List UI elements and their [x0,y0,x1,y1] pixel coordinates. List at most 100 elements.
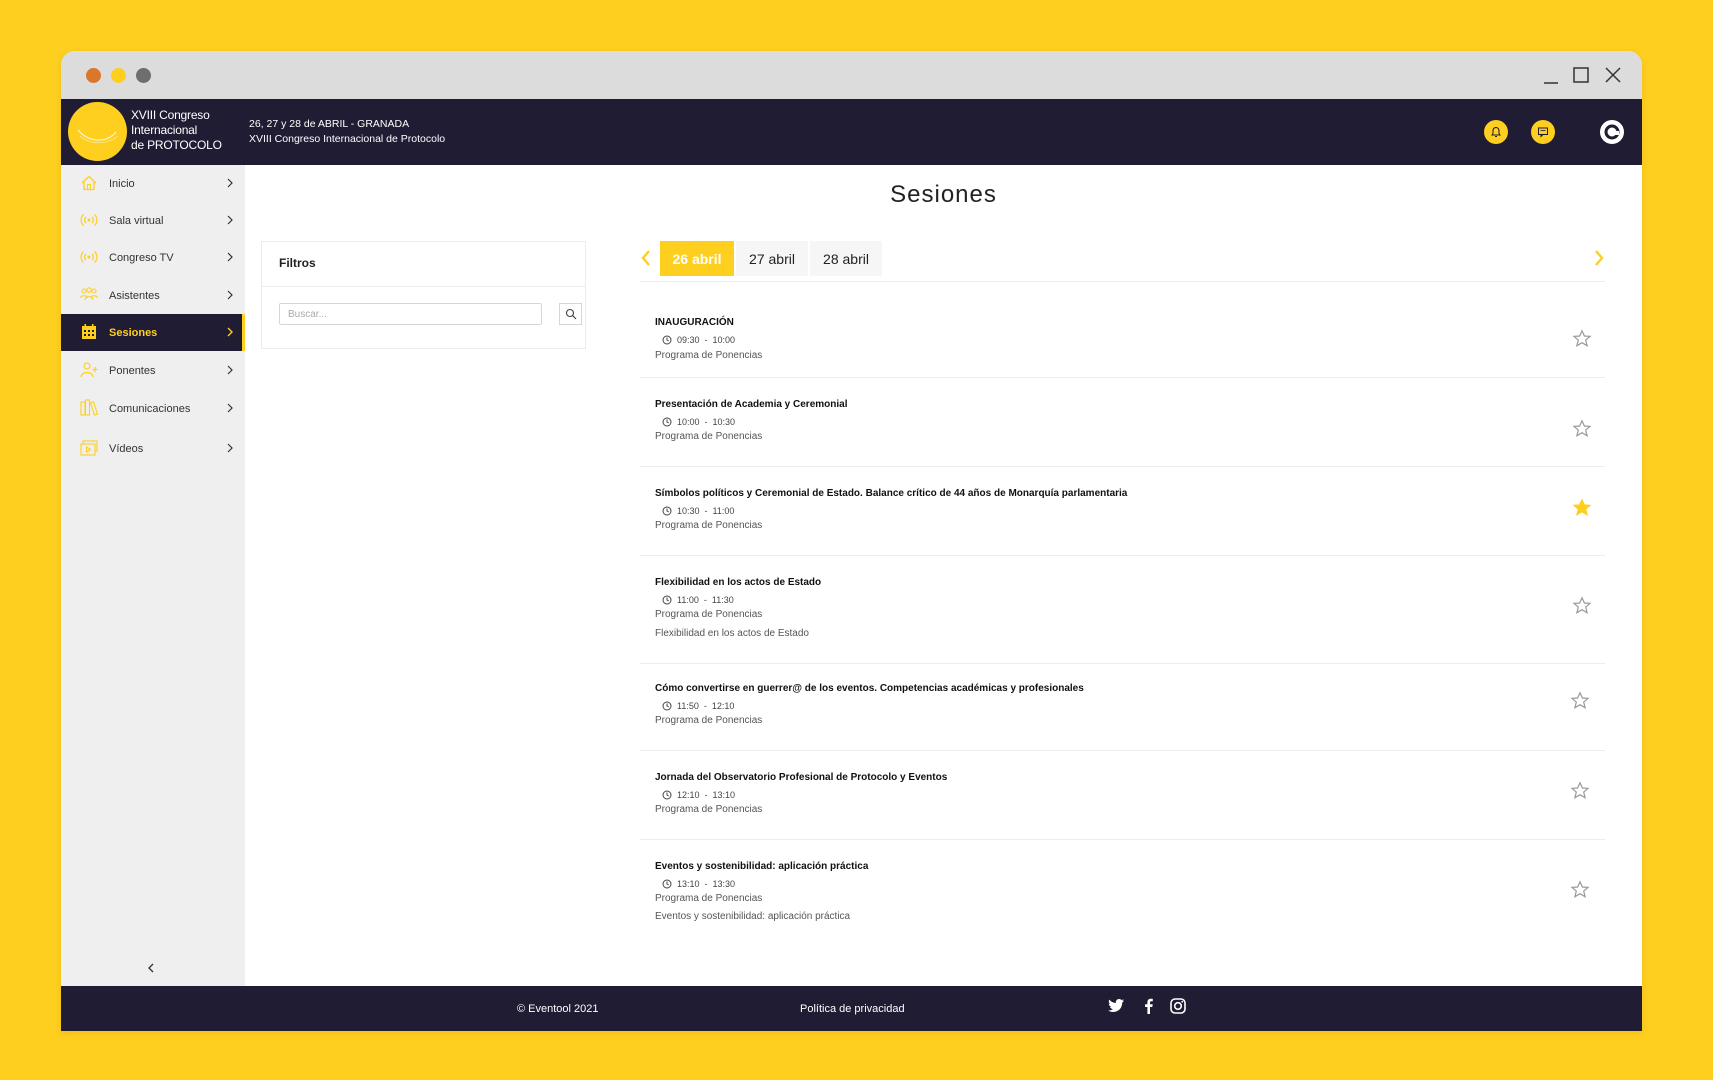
session-title: Símbolos políticos y Ceremonial de Estad… [655,488,1128,499]
session-item[interactable]: Jornada del Observatorio Profesional de … [640,750,1605,840]
session-time: 11:50 - 12:10 [662,701,734,711]
tab-28-abril[interactable]: 28 abril [810,241,882,276]
search-input[interactable] [279,303,542,325]
messages-button[interactable] [1531,120,1555,144]
session-end: 13:30 [712,879,736,889]
session-title: Presentación de Academia y Ceremonial [655,399,848,410]
footer-copyright: © Eventool 2021 [517,1003,599,1015]
time-separator: - [703,595,707,605]
session-end: 11:30 [711,595,734,605]
star-outline-icon[interactable] [1572,329,1592,349]
twitter-icon[interactable] [1107,997,1125,1015]
sidebar-item-congreso-tv[interactable]: Congreso TV [61,239,245,276]
time-separator: - [704,879,708,889]
chevron-right-icon [227,215,233,225]
window-minimize-dot[interactable] [111,68,126,83]
star-outline-icon[interactable] [1572,596,1592,616]
filters-divider [262,286,585,287]
session-title: Eventos y sostenibilidad: aplicación prá… [655,861,869,872]
logo-line-3: de PROTOCOLO [131,138,222,152]
session-item[interactable]: INAUGURACIÓN 09:30 - 10:00 Programa de P… [640,287,1605,378]
star-outline-icon[interactable] [1570,781,1590,801]
sidebar-item-sala-virtual[interactable]: Sala virtual [61,202,245,239]
facebook-icon[interactable] [1141,997,1155,1015]
session-title: INAUGURACIÓN [655,317,734,328]
chevron-right-icon [227,290,233,300]
tab-27-abril[interactable]: 27 abril [736,241,808,276]
congress-logo[interactable] [68,102,127,161]
tab-26-abril[interactable]: 26 abril [660,241,734,276]
clock-icon [662,701,672,711]
search-button[interactable] [559,303,582,325]
collapse-sidebar-button[interactable] [146,961,156,979]
session-item[interactable]: Cómo convertirse en guerrer@ de los even… [640,663,1605,751]
session-start: 09:30 [677,335,700,345]
chevron-right-icon [1595,250,1604,266]
session-time: 12:10 - 13:10 [662,790,735,800]
session-start: 11:50 [677,701,699,711]
star-filled-icon[interactable] [1572,498,1592,518]
people-icon [79,287,99,301]
notifications-button[interactable] [1484,120,1508,144]
sidebar-item-ponentes[interactable]: Ponentes [61,352,245,389]
window-close-dot[interactable] [86,68,101,83]
time-separator: - [704,506,708,516]
session-end: 13:10 [712,790,736,800]
session-time: 13:10 - 13:30 [662,879,735,889]
sidebar-item-sesiones[interactable]: Sesiones [61,314,245,351]
chevron-left-icon [148,963,154,973]
time-separator: - [704,417,708,427]
date-tabs-divider [640,281,1605,282]
session-end: 10:00 [712,335,736,345]
minimize-icon[interactable] [1537,61,1565,89]
session-end: 12:10 [711,701,735,711]
sidebar-item-comunicaciones[interactable]: Comunicaciones [61,390,245,427]
sidebar-item-label: Congreso TV [109,251,174,264]
sidebar-item-label: Sala virtual [109,214,164,227]
maximize-icon[interactable] [1567,61,1595,89]
app-header: XVIII Congreso Internacional de PROTOCOL… [61,99,1642,165]
window-maximize-dot[interactable] [136,68,151,83]
instagram-icon[interactable] [1169,997,1187,1015]
time-separator: - [703,701,707,711]
sidebar-item-inicio[interactable]: Inicio [61,165,245,202]
session-program: Programa de Ponencias [655,804,763,815]
session-end: 10:30 [712,417,736,427]
session-title: Cómo convertirse en guerrer@ de los even… [655,683,1084,694]
close-icon[interactable] [1599,61,1627,89]
session-item[interactable]: Eventos y sostenibilidad: aplicación prá… [640,839,1605,939]
clock-icon [662,417,672,427]
star-outline-icon[interactable] [1570,691,1590,711]
session-item[interactable]: Flexibilidad en los actos de Estado 11:0… [640,555,1605,664]
chat-icon [1538,127,1548,138]
sidebar-item-label: Vídeos [109,442,144,455]
session-description: Eventos y sostenibilidad: aplicación prá… [655,911,851,922]
session-item[interactable]: Símbolos políticos y Ceremonial de Estad… [640,466,1605,556]
session-item[interactable]: Presentación de Academia y Ceremonial 10… [640,377,1605,467]
privacy-policy-link[interactable]: Política de privacidad [800,1003,905,1015]
star-outline-icon[interactable] [1572,419,1592,439]
session-start: 11:00 [677,595,699,605]
user-avatar[interactable] [1600,120,1624,144]
main-content: Sesiones Filtros 26 abril 27 abril 28 ab… [245,165,1642,986]
date-tabs: 26 abril 27 abril 28 abril [640,241,1605,282]
star-outline-icon[interactable] [1570,880,1590,900]
sidebar: Inicio Sala virtual Congreso TV Asistent… [61,165,245,986]
next-day-button[interactable] [1593,249,1605,272]
sidebar-item-asistentes[interactable]: Asistentes [61,277,245,314]
clock-icon [662,595,672,605]
prev-day-button[interactable] [640,249,652,272]
calendar-icon [82,324,96,339]
session-program: Programa de Ponencias [655,609,763,620]
sidebar-item-videos[interactable]: Vídeos [61,430,245,467]
broadcast-icon [80,251,98,263]
books-icon [80,399,99,416]
session-start: 13:10 [677,879,700,889]
app-window: XVIII Congreso Internacional de PROTOCOL… [61,51,1642,1031]
sidebar-item-label: Comunicaciones [109,402,191,415]
filters-panel: Filtros [261,241,586,349]
window-titlebar [61,51,1642,99]
chevron-right-icon [227,252,233,262]
page-title: Sesiones [890,181,997,208]
add-user-icon [80,362,98,378]
